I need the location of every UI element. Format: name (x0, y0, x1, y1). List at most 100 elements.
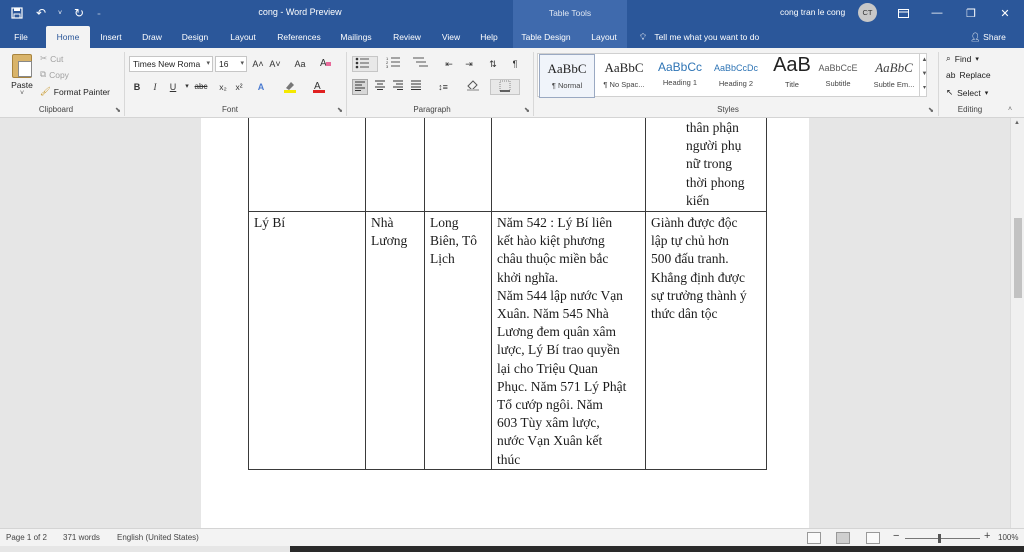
style-subtle-emphasis[interactable]: AaBbC Subtle Em... (866, 54, 922, 98)
styles-launcher-icon[interactable]: ⬊ (928, 106, 934, 114)
tab-insert[interactable]: Insert (92, 26, 130, 48)
clipboard-launcher-icon[interactable]: ⬊ (115, 106, 121, 114)
web-layout-icon[interactable] (866, 532, 880, 544)
tab-references[interactable]: References (270, 26, 328, 48)
style-heading-2[interactable]: AaBbCcDc Heading 2 (708, 54, 764, 98)
line-spacing-icon[interactable]: ↕≡ (432, 79, 454, 95)
grow-font-button[interactable]: A˄ (251, 56, 265, 72)
tab-help[interactable]: Help (472, 26, 506, 48)
sort-icon[interactable]: ⇅ (486, 56, 500, 72)
language-indicator[interactable]: English (United States) (117, 533, 199, 542)
paragraph-launcher-icon[interactable]: ⬊ (524, 106, 530, 114)
more-styles-icon[interactable]: ▾ (920, 81, 929, 95)
cut-button[interactable]: ✂ Cut (40, 53, 63, 64)
minimize-icon[interactable]: — (920, 0, 954, 26)
table-cell[interactable]: Năm 542 : Lý Bí liên kết hào kiệt phương… (491, 211, 646, 470)
align-center-icon[interactable] (372, 79, 388, 95)
justify-icon[interactable] (408, 79, 424, 95)
close-icon[interactable]: ✕ (988, 0, 1022, 26)
table-cell[interactable]: Giành được độc lập tự chủ hơn 500 đấu tr… (645, 211, 767, 470)
shading-icon[interactable] (462, 79, 484, 95)
select-button[interactable]: ↖ Select ▾ (946, 87, 988, 98)
font-name-combo[interactable]: Times New Roma ▾ (129, 56, 213, 72)
table-cell[interactable]: thân phận người phụ nữ trong thời phong … (645, 118, 767, 212)
ribbon-display-options-icon[interactable] (886, 0, 920, 26)
strikethrough-button[interactable]: abc (194, 79, 208, 95)
vertical-scrollbar[interactable]: ▲ (1010, 118, 1024, 528)
underline-button[interactable]: U (166, 79, 180, 95)
avatar[interactable]: CT (858, 3, 877, 22)
table-cell[interactable]: Nhà Lương (365, 211, 425, 470)
scroll-thumb[interactable] (1014, 218, 1022, 298)
table-cell[interactable]: Long Biên, Tô Lịch (424, 211, 492, 470)
clear-formatting-icon[interactable]: A (319, 56, 333, 72)
style-preview: AaBbC (547, 61, 587, 76)
bullets-icon[interactable] (352, 56, 378, 72)
tell-me-search[interactable]: 💡︎ Tell me what you want to do (640, 26, 759, 48)
zoom-in-icon[interactable]: + (984, 530, 990, 542)
format-painter-button[interactable]: 🖌︎ Format Painter (40, 86, 110, 97)
superscript-button[interactable]: x² (232, 79, 246, 95)
user-name[interactable]: cong tran le cong (780, 7, 845, 17)
pilcrow-icon[interactable]: ¶ (508, 56, 522, 72)
word-count[interactable]: 371 words (63, 533, 100, 542)
tab-mailings[interactable]: Mailings (332, 26, 380, 48)
find-button[interactable]: ⌕ Find ▾ (946, 53, 979, 64)
chevron-up-icon[interactable]: ▲ (920, 53, 929, 67)
underline-dropdown-icon[interactable]: ▾ (180, 79, 194, 95)
style-subtitle[interactable]: AaBbCcE Subtitle (810, 54, 866, 98)
styles-scroll[interactable]: ▲ ▼ ▾ (919, 53, 929, 97)
bold-button[interactable]: B (130, 79, 144, 95)
tab-home[interactable]: Home (46, 26, 90, 48)
change-case-button[interactable]: Aa (290, 56, 310, 72)
tab-table-layout[interactable]: Layout (584, 26, 624, 48)
table-cell[interactable] (491, 118, 646, 212)
tab-file[interactable]: File (4, 26, 38, 48)
zoom-level[interactable]: 100% (998, 533, 1018, 542)
page-count[interactable]: Page 1 of 2 (6, 533, 47, 542)
replace-button[interactable]: ab Replace (946, 70, 991, 80)
borders-icon[interactable] (490, 79, 520, 95)
document-page[interactable]: thân phận người phụ nữ trong thời phong … (201, 118, 809, 528)
tab-table-design[interactable]: Table Design (514, 26, 578, 48)
paste-button[interactable]: Paste ˅ (8, 52, 36, 98)
subscript-button[interactable]: x₂ (216, 79, 230, 95)
tab-layout[interactable]: Layout (222, 26, 264, 48)
scroll-up-icon[interactable]: ▲ (1014, 120, 1020, 126)
restore-icon[interactable]: ❐ (954, 0, 988, 26)
decrease-indent-icon[interactable]: ⇤ (442, 56, 456, 72)
numbering-icon[interactable]: 123 (384, 56, 406, 72)
highlight-icon[interactable] (283, 79, 297, 95)
table-cell[interactable] (365, 118, 425, 212)
share-button[interactable]: 👤︎ Share (970, 26, 1006, 48)
shrink-font-button[interactable]: A˅ (268, 56, 282, 72)
chevron-down-icon[interactable]: ▼ (920, 67, 929, 81)
collapse-ribbon-icon[interactable]: ˄ (1008, 106, 1012, 113)
zoom-out-icon[interactable]: − (893, 530, 899, 542)
tab-design[interactable]: Design (174, 26, 216, 48)
tab-review[interactable]: Review (386, 26, 428, 48)
multilevel-list-icon[interactable] (410, 56, 432, 72)
read-mode-icon[interactable] (807, 532, 821, 544)
align-left-icon[interactable] (352, 79, 368, 95)
style-heading-1[interactable]: AaBbCc Heading 1 (652, 54, 708, 98)
table-cell[interactable] (424, 118, 492, 212)
increase-indent-icon[interactable]: ⇥ (462, 56, 476, 72)
font-size-combo[interactable]: 16 ▾ (215, 56, 247, 72)
copy-button[interactable]: ⧉ Copy (40, 69, 69, 80)
italic-button[interactable]: I (148, 79, 162, 95)
table-cell[interactable]: Lý Bí (248, 211, 366, 470)
font-launcher-icon[interactable]: ⬊ (337, 106, 343, 114)
text-effects-icon[interactable]: A (254, 79, 268, 95)
font-color-icon[interactable]: A (312, 79, 326, 95)
style-no-spacing[interactable]: AaBbC ¶ No Spac... (596, 54, 652, 98)
style-normal[interactable]: AaBbC ¶ Normal (539, 54, 595, 98)
zoom-slider-thumb[interactable] (938, 534, 941, 543)
zoom-slider[interactable] (905, 538, 980, 539)
align-right-icon[interactable] (390, 79, 406, 95)
print-layout-icon[interactable] (836, 532, 850, 544)
history-table[interactable]: thân phận người phụ nữ trong thời phong … (248, 118, 767, 470)
table-cell[interactable] (248, 118, 366, 212)
tab-draw[interactable]: Draw (134, 26, 170, 48)
tab-view[interactable]: View (434, 26, 468, 48)
